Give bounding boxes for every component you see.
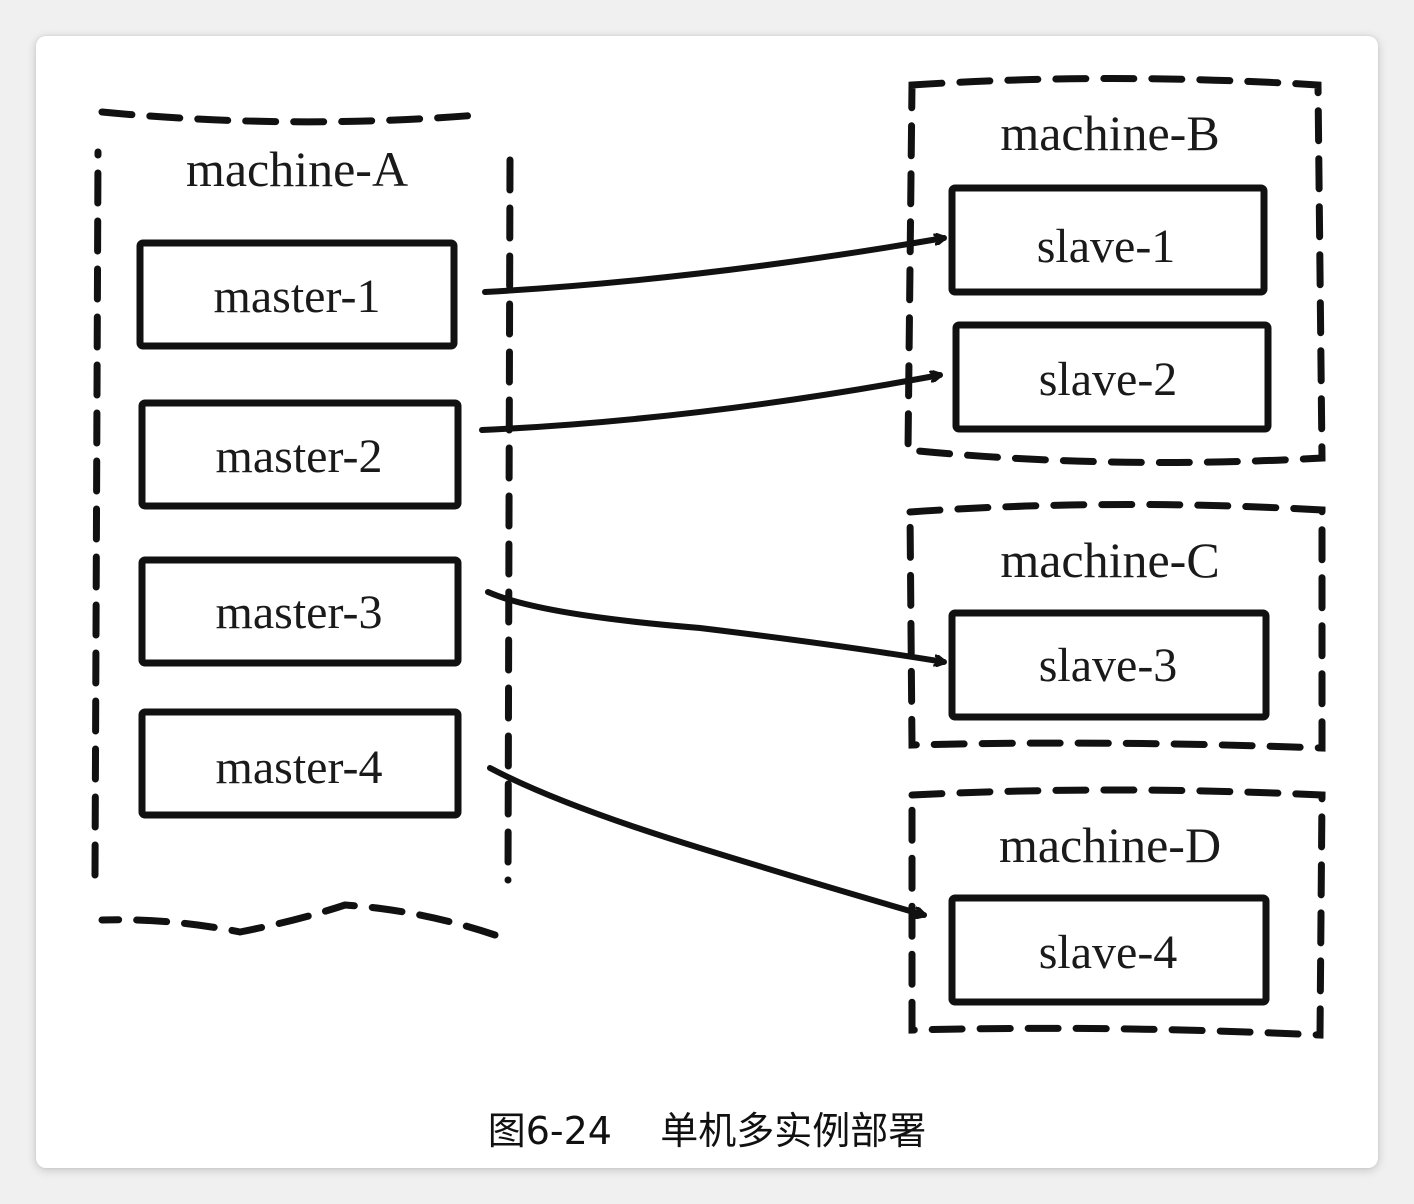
slave-2-label: slave-2: [1039, 353, 1178, 406]
machine-c-label: machine-C: [1000, 532, 1219, 588]
master-4-label: master-4: [216, 741, 383, 794]
arrow-master-3-to-slave-3: [485, 589, 947, 662]
slave-2-node: slave-2: [952, 321, 1272, 433]
master-1-label: master-1: [214, 270, 381, 323]
arrow-master-1-to-slave-1: [482, 238, 947, 295]
deployment-diagram: machine-A machine-B machine-C machine-D …: [91, 75, 1326, 1039]
slave-4-label: slave-4: [1039, 926, 1178, 979]
arrow-master-2-to-slave-2: [479, 375, 943, 433]
slave-3-label: slave-3: [1039, 639, 1178, 692]
master-4-node: master-4: [138, 708, 462, 819]
machine-c-group: machine-C: [906, 500, 1326, 752]
master-2-label: master-2: [216, 430, 383, 483]
master-2-node: master-2: [138, 399, 462, 510]
master-1-node: master-1: [136, 239, 458, 350]
machine-b-label: machine-B: [1000, 105, 1219, 161]
slave-1-node: slave-1: [948, 184, 1268, 296]
figure-caption: 图6-24 单机多实例部署: [487, 1109, 927, 1153]
machine-a-label: machine-A: [186, 141, 408, 197]
slave-1-label: slave-1: [1037, 220, 1176, 273]
slave-4-node: slave-4: [948, 894, 1270, 1006]
machine-d-group: machine-D: [908, 786, 1326, 1039]
machine-d-label: machine-D: [999, 817, 1221, 873]
slave-3-node: slave-3: [948, 609, 1270, 721]
arrow-master-4-to-slave-4: [487, 765, 927, 915]
master-3-node: master-3: [138, 556, 462, 667]
master-3-label: master-3: [216, 586, 383, 639]
